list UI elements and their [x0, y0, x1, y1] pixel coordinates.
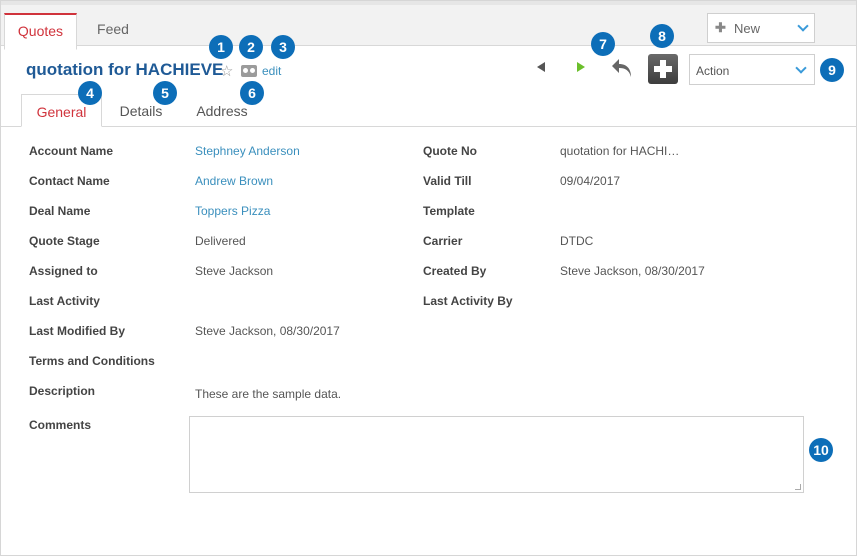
annotation-badge: 2: [239, 35, 263, 59]
comments-textarea[interactable]: [189, 416, 804, 493]
new-label: New: [734, 21, 761, 36]
created-by-value: Steve Jackson, 08/30/2017: [560, 264, 705, 278]
follow-icon[interactable]: [241, 65, 257, 77]
field-label: Terms and Conditions: [29, 354, 155, 368]
assigned-to-value: Steve Jackson: [195, 264, 274, 278]
field-label: Comments: [29, 418, 92, 432]
annotation-badge: 7: [591, 32, 615, 56]
annotation-badge: 9: [820, 58, 844, 82]
annotation-badge: 5: [153, 81, 177, 105]
plus-icon: ✚: [715, 20, 726, 35]
chevron-down-icon: [795, 62, 807, 74]
deal-name-link[interactable]: Toppers Pizza: [195, 204, 270, 218]
tab-feed[interactable]: Feed: [81, 13, 145, 50]
field-label: Deal Name: [29, 204, 91, 218]
annotation-badge: 8: [650, 24, 674, 48]
previous-record-icon[interactable]: [537, 62, 545, 72]
record-title: quotation for HACHIEVE: [26, 60, 224, 79]
annotation-badge: 10: [809, 438, 833, 462]
add-button[interactable]: [648, 54, 678, 84]
annotation-badge: 1: [209, 35, 233, 59]
field-label: Template: [423, 204, 475, 218]
action-dropdown[interactable]: Action: [689, 54, 815, 85]
field-label: Account Name: [29, 144, 114, 158]
account-name-link[interactable]: Stephney Anderson: [195, 144, 300, 158]
field-label: Contact Name: [29, 174, 110, 188]
star-icon[interactable]: ☆: [220, 62, 233, 80]
field-label: Last Activity: [29, 294, 100, 308]
tab-quotes[interactable]: Quotes: [4, 13, 77, 50]
action-label: Action: [696, 64, 730, 78]
field-label: Description: [29, 384, 96, 398]
quote-stage-value: Delivered: [195, 234, 246, 248]
resize-handle-icon[interactable]: [795, 484, 801, 490]
field-label: Valid Till: [423, 174, 472, 188]
chevron-down-icon: [797, 20, 809, 32]
field-label: Quote No: [423, 144, 477, 158]
top-tab-bar: Quotes Feed ✚ New: [1, 1, 856, 50]
field-label: Carrier: [423, 234, 463, 248]
annotation-badge: 3: [271, 35, 295, 59]
field-label: Quote Stage: [29, 234, 100, 248]
next-record-icon[interactable]: [577, 62, 585, 72]
quote-no-value: quotation for HACHI…: [560, 144, 680, 158]
description-value: These are the sample data.: [195, 387, 342, 401]
sub-tab-bar: General Details Address: [1, 94, 856, 127]
edit-link[interactable]: edit: [262, 64, 281, 78]
field-label: Last Activity By: [423, 294, 513, 308]
field-label: Last Modified By: [29, 324, 126, 338]
new-dropdown[interactable]: ✚ New: [707, 13, 815, 43]
annotation-badge: 4: [78, 81, 102, 105]
last-modified-by-value: Steve Jackson, 08/30/2017: [195, 324, 340, 338]
field-label: Created By: [423, 264, 487, 278]
annotation-badge: 6: [240, 81, 264, 105]
contact-name-link[interactable]: Andrew Brown: [195, 174, 273, 188]
valid-till-value: 09/04/2017: [560, 174, 621, 188]
quote-detail-panel: Quotes Feed ✚ New quotation for HACHIEVE…: [0, 0, 857, 556]
field-label: Assigned to: [29, 264, 98, 278]
back-icon[interactable]: [609, 55, 635, 81]
carrier-value: DTDC: [560, 234, 594, 248]
